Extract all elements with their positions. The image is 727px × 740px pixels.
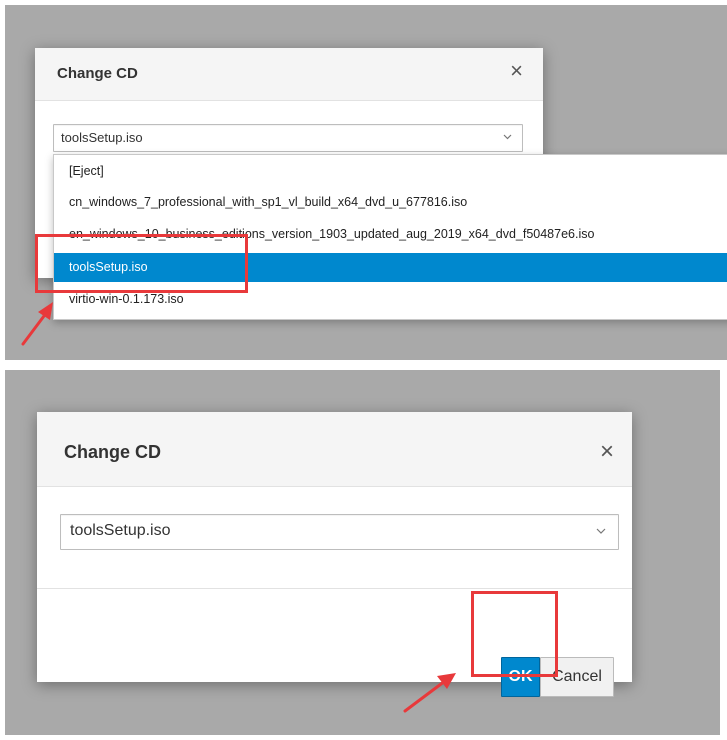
annotation-arrow — [19, 298, 59, 348]
option-windows-7-iso[interactable]: cn_windows_7_professional_with_sp1_vl_bu… — [54, 188, 727, 217]
footer-divider — [37, 588, 632, 589]
chevron-down-icon — [503, 134, 512, 140]
cd-select-value: toolsSetup.iso — [70, 522, 171, 539]
dialog-title: Change CD — [57, 65, 138, 82]
cd-select-value: toolsSetup.iso — [61, 130, 143, 145]
bottom-screenshot-panel: Change CD × toolsSetup.iso OK Cancel — [5, 370, 720, 735]
cd-select[interactable]: toolsSetup.iso — [53, 124, 523, 152]
close-icon[interactable]: × — [600, 440, 614, 464]
annotation-highlight-box — [35, 234, 248, 293]
close-icon[interactable]: × — [510, 60, 523, 82]
dialog-header: Change CD × — [37, 412, 632, 487]
annotation-highlight-box — [471, 591, 558, 677]
dialog-title: Change CD — [64, 442, 162, 462]
dialog-header: Change CD × — [35, 48, 543, 101]
option-eject[interactable]: [Eject] — [54, 157, 727, 186]
top-screenshot-panel: Change CD × toolsSetup.iso [Eject] cn_wi… — [5, 5, 727, 360]
cd-select[interactable]: toolsSetup.iso — [60, 514, 619, 550]
annotation-arrow — [401, 670, 461, 715]
chevron-down-icon — [596, 528, 606, 535]
